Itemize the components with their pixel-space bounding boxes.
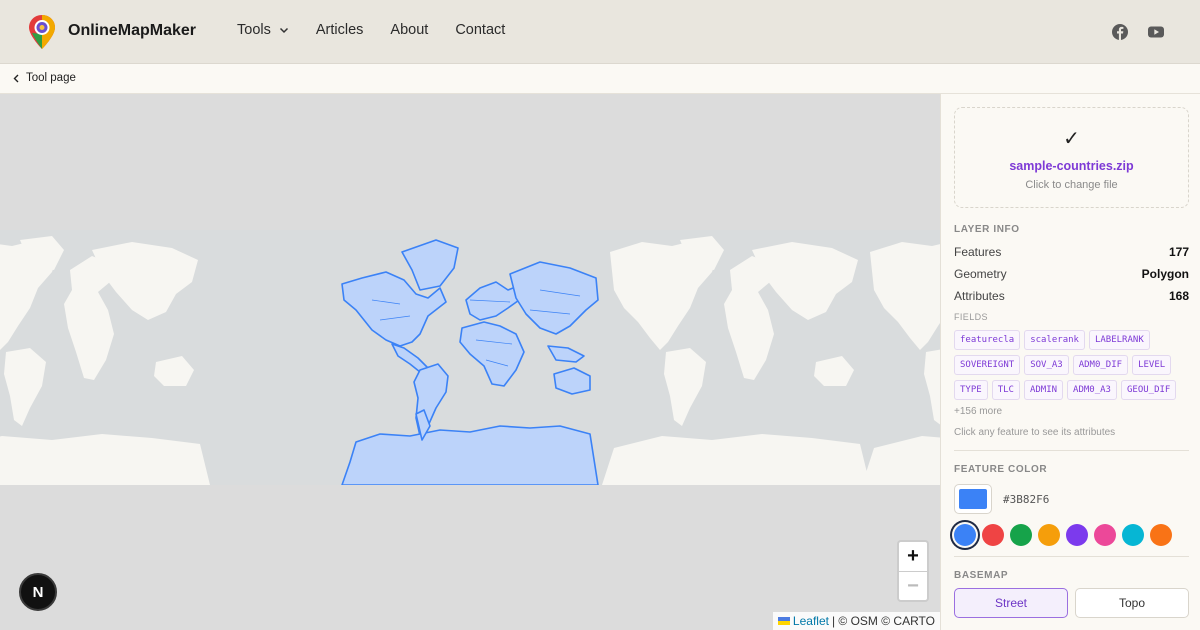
zoom-in-button[interactable]: +: [899, 542, 927, 571]
nav-tools-label: Tools: [237, 22, 271, 38]
palette-color-orange[interactable]: [1150, 524, 1172, 546]
section-divider: [954, 556, 1189, 557]
uploaded-filename: sample-countries.zip: [1009, 159, 1134, 173]
n-badge-button[interactable]: N: [19, 573, 57, 611]
attribution-text: | © OSM © CARTO: [831, 614, 935, 628]
color-picker-button[interactable]: [954, 484, 992, 514]
field-chip: LABELRANK: [1088, 330, 1150, 350]
checkmark-icon: ✓: [1063, 128, 1080, 150]
more-fields-count: +156 more: [954, 406, 1003, 417]
zoom-out-button[interactable]: −: [899, 571, 927, 600]
field-chip: LEVEL: [1132, 355, 1172, 375]
field-chip: scalerank: [1024, 330, 1085, 350]
palette-color-pink[interactable]: [1094, 524, 1116, 546]
layer-info-title: LAYER INFO: [954, 224, 1020, 235]
brand-name[interactable]: OnlineMapMaker: [68, 22, 196, 40]
palette-color-amber[interactable]: [1038, 524, 1060, 546]
palette-color-cyan[interactable]: [1122, 524, 1144, 546]
field-chip: featurecla: [954, 330, 1021, 350]
field-chip-list: featurecla scalerank LABELRANK SOVEREIGN…: [954, 330, 1194, 405]
info-label: Features: [954, 245, 1002, 259]
field-chip: ADM0_DIF: [1072, 355, 1129, 375]
info-row-features: Features 177: [954, 245, 1189, 259]
leaflet-link[interactable]: Leaflet: [793, 614, 829, 628]
field-chip: GEOU_DIF: [1120, 380, 1177, 400]
info-value: 168: [1168, 289, 1189, 303]
breadcrumb-label: Tool page: [26, 72, 76, 84]
feature-color-title: FEATURE COLOR: [954, 464, 1048, 475]
feature-click-hint: Click any feature to see its attributes: [954, 427, 1116, 438]
basemap-street-button[interactable]: Street: [954, 588, 1068, 618]
field-chip: ADM0_A3: [1067, 380, 1117, 400]
basemap-options: Street Topo: [954, 588, 1196, 618]
info-value: 177: [1168, 245, 1189, 259]
color-palette: [954, 524, 1178, 546]
country-layer-antarctica: [341, 425, 599, 485]
field-chip: SOVEREIGNT: [954, 355, 1021, 375]
chevron-left-icon: [13, 74, 19, 82]
map-attribution: Leaflet | © OSM © CARTO: [772, 612, 940, 630]
zoom-control: + −: [897, 540, 929, 602]
section-divider: [954, 450, 1189, 451]
breadcrumb-bar: Tool page: [0, 64, 1200, 94]
facebook-icon[interactable]: [1111, 23, 1129, 41]
sidebar-panel: ✓ sample-countries.zip Click to change f…: [940, 94, 1200, 630]
nav-about[interactable]: About: [390, 22, 428, 38]
palette-color-purple[interactable]: [1066, 524, 1088, 546]
basemap-topo-button[interactable]: Topo: [1075, 588, 1189, 618]
info-row-geometry: Geometry Polygon: [954, 267, 1189, 281]
nav-articles[interactable]: Articles: [316, 22, 364, 38]
basemap-title: BASEMAP: [954, 570, 1009, 581]
map-pin-logo-icon[interactable]: [28, 14, 56, 50]
info-value: Polygon: [1141, 267, 1189, 281]
info-label: Geometry: [954, 267, 1007, 281]
field-chip: TLC: [991, 380, 1020, 400]
ukraine-flag-icon: [777, 617, 790, 625]
palette-color-blue[interactable]: [954, 524, 976, 546]
change-file-hint: Click to change file: [1025, 179, 1118, 191]
nav-tools[interactable]: Tools: [237, 22, 289, 38]
info-row-attributes: Attributes 168: [954, 289, 1189, 303]
palette-color-green[interactable]: [1010, 524, 1032, 546]
world-basemap[interactable]: [0, 230, 940, 485]
field-chip: SOV_A3: [1024, 355, 1069, 375]
app-header: OnlineMapMaker Tools Articles About Cont…: [0, 0, 1200, 64]
fields-label: FIELDS: [954, 312, 988, 322]
breadcrumb-back-link[interactable]: Tool page: [13, 72, 76, 84]
main-nav: Tools Articles About Contact: [237, 22, 532, 38]
current-color-swatch: [959, 489, 987, 509]
map-canvas[interactable]: + − Leaflet | © OSM © CARTO N: [0, 94, 940, 630]
palette-color-red[interactable]: [982, 524, 1004, 546]
field-chip: ADMIN: [1023, 380, 1064, 400]
file-dropzone[interactable]: ✓ sample-countries.zip Click to change f…: [954, 107, 1189, 208]
nav-contact[interactable]: Contact: [455, 22, 505, 38]
info-label: Attributes: [954, 289, 1005, 303]
youtube-icon[interactable]: [1147, 23, 1165, 41]
color-hex-value: #3B82F6: [1003, 493, 1050, 506]
field-chip: TYPE: [954, 380, 988, 400]
chevron-down-icon: [279, 27, 288, 34]
